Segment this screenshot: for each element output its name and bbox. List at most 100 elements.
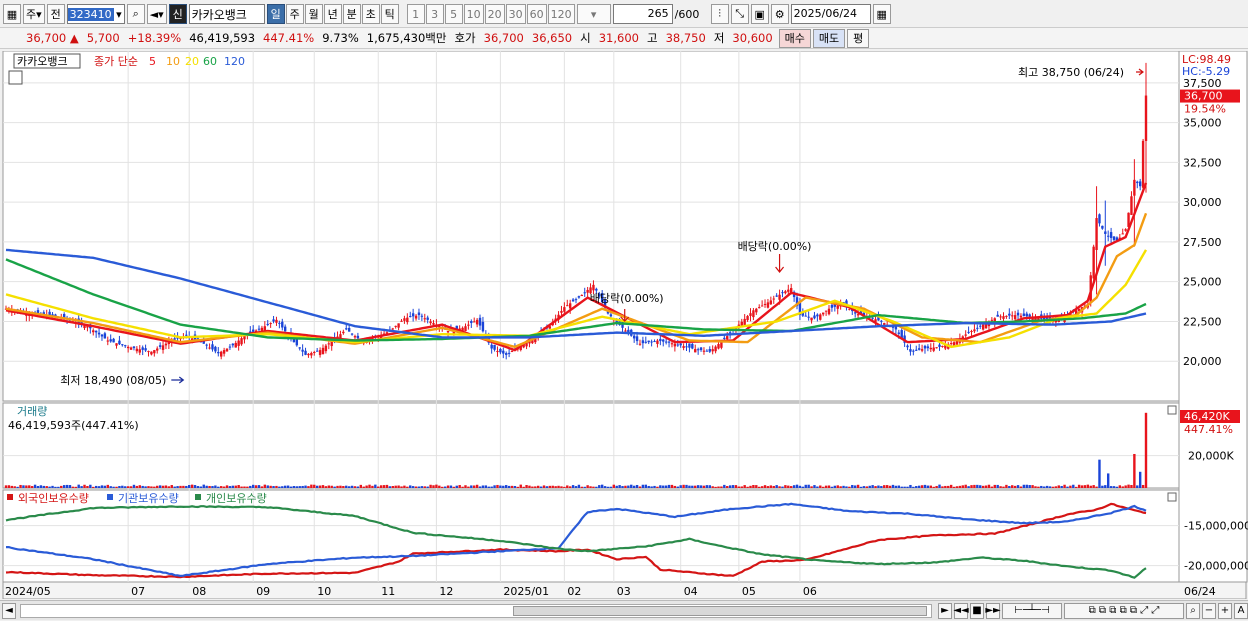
volume-bar [862, 486, 866, 488]
volume-bar [659, 485, 662, 488]
period-tab[interactable]: 초 [361, 4, 380, 24]
volume-bar [435, 484, 438, 488]
ask-price: 36,700 [483, 31, 524, 45]
buy-button[interactable]: 매수 [778, 28, 811, 48]
fast-forward-icon[interactable]: ►► [985, 602, 1001, 619]
volume-bar [347, 486, 351, 488]
x-tick-label: 10 [317, 585, 331, 598]
date-input[interactable]: 2025/06/24 [790, 4, 871, 24]
count-input[interactable]: 265 [612, 4, 673, 24]
volume-bar [400, 486, 403, 488]
volume-bar [385, 484, 389, 488]
interval-button[interactable]: 30 [505, 4, 526, 24]
high-annotation: 최고 38,750 (06/24) [1018, 66, 1124, 79]
stop-icon[interactable]: ■ [970, 602, 984, 619]
legend-item: 5 [149, 55, 156, 68]
zoom-icon[interactable]: ⌕ [1186, 602, 1200, 619]
period-tab[interactable]: 분 [342, 4, 361, 24]
candle-body [949, 343, 953, 345]
interval-button[interactable]: 120 [547, 4, 575, 24]
zoom-out-icon[interactable]: − [1202, 602, 1216, 619]
volume-bar [1043, 486, 1046, 488]
volume-bar [804, 484, 807, 488]
save-icon[interactable]: ▣ [750, 4, 769, 24]
volume-bar [336, 485, 339, 488]
volume-bar [728, 485, 732, 488]
draw-icon[interactable]: ⤡ [730, 4, 749, 24]
speaker-icon[interactable]: ◄▾ [146, 4, 167, 24]
layout-icon[interactable]: ▦ [3, 4, 21, 24]
volume-bar [691, 485, 694, 488]
volume-bar [257, 485, 261, 488]
stock-code-input[interactable]: 323410 ▾ [66, 4, 125, 24]
volume-bar [696, 485, 700, 488]
period-tab[interactable]: 틱 [380, 4, 399, 24]
interval-button[interactable]: 5 [444, 4, 463, 24]
period-tab[interactable]: 년 [323, 4, 342, 24]
candle-body [662, 339, 665, 342]
interval-button[interactable]: 3 [425, 4, 444, 24]
period-tab[interactable]: 일 [266, 4, 285, 24]
zoom-in-icon[interactable]: + [1218, 602, 1232, 619]
volume-bar [507, 485, 511, 488]
stock-chart[interactable]: 20,000 22,500 25,000 27,500 30,000 32,500 35,0… [0, 51, 1248, 599]
period-tab[interactable]: 주 [285, 4, 304, 24]
volume-bar [877, 485, 880, 488]
candle-body [406, 317, 409, 323]
volume-bar [493, 485, 496, 488]
volume-bar [330, 485, 333, 488]
candle-icon[interactable]: ⫶ [710, 4, 729, 24]
period-tab[interactable]: 월 [304, 4, 323, 24]
rewind-icon[interactable]: ◄◄ [953, 602, 969, 619]
candle-body [481, 321, 485, 332]
close-icon [1167, 492, 1177, 502]
volume-bar [199, 486, 203, 488]
volume-bar [371, 485, 374, 488]
chart-scrollbar[interactable]: ◄ ► ◄◄ ■ ►► ⊢─┴─⊣ ⧉ ⧉ ⧉ ⧉ ⧉ ⤢ ⤢ ⌕ − + A [0, 600, 1248, 620]
volume-bar [94, 485, 98, 488]
interval-button[interactable]: 60 [526, 4, 547, 24]
volume-bar [377, 486, 380, 488]
candle-body [353, 336, 357, 338]
gear-icon[interactable]: ⚙ [770, 4, 789, 24]
chevron-down-icon[interactable]: ▾ [114, 8, 124, 21]
interval-button[interactable]: 10 [463, 4, 484, 24]
volume-bar [534, 486, 537, 488]
candle-body [758, 307, 761, 309]
volume-bar [153, 486, 156, 488]
candle-body [275, 319, 278, 323]
y-tick-label: 32,500 [1183, 156, 1222, 169]
volume-bar [903, 486, 906, 488]
font-size-icon[interactable]: A [1234, 602, 1248, 619]
scroll-right-icon[interactable]: ► [938, 602, 952, 619]
view-tools[interactable]: ⧉ ⧉ ⧉ ⧉ ⧉ ⤢ ⤢ [1064, 602, 1184, 619]
volume-bar [156, 485, 159, 488]
calendar-icon[interactable]: ▦ [872, 4, 891, 24]
scope-select[interactable]: 주 ▾ [23, 4, 45, 24]
sell-button[interactable]: 매도 [812, 28, 846, 48]
search-icon[interactable]: ⌕ [126, 4, 145, 24]
volume-bar [909, 484, 912, 488]
prev-button[interactable]: 전 [46, 4, 65, 24]
interval-button[interactable]: 1 [406, 4, 425, 24]
candle-body [967, 331, 970, 333]
interval-button[interactable]: 20 [484, 4, 505, 24]
volume-bar [522, 486, 525, 488]
volume-bar [318, 485, 322, 488]
candle-body [356, 335, 360, 339]
zoom-slider[interactable]: ⊢─┴─⊣ [1002, 602, 1062, 619]
toolbar: ▦ 주 ▾ 전 323410 ▾ ⌕ ◄▾ 신 카카오뱅크 일주월년분초틱 1351… [0, 2, 1248, 26]
candle-body [592, 284, 595, 291]
scroll-left-icon[interactable]: ◄ [2, 602, 16, 619]
scroll-thumb[interactable] [513, 605, 927, 616]
candle-body [272, 319, 275, 322]
volume-bar [443, 486, 447, 488]
interval-dropdown[interactable]: ▾ [576, 4, 611, 24]
scroll-track[interactable] [20, 603, 932, 618]
eval-button[interactable]: 평 [847, 28, 870, 48]
volume-bar [13, 486, 16, 488]
volume-bar [176, 486, 179, 488]
candle-body [350, 333, 354, 335]
volume-bar [237, 485, 240, 488]
volume-bar [932, 486, 935, 488]
